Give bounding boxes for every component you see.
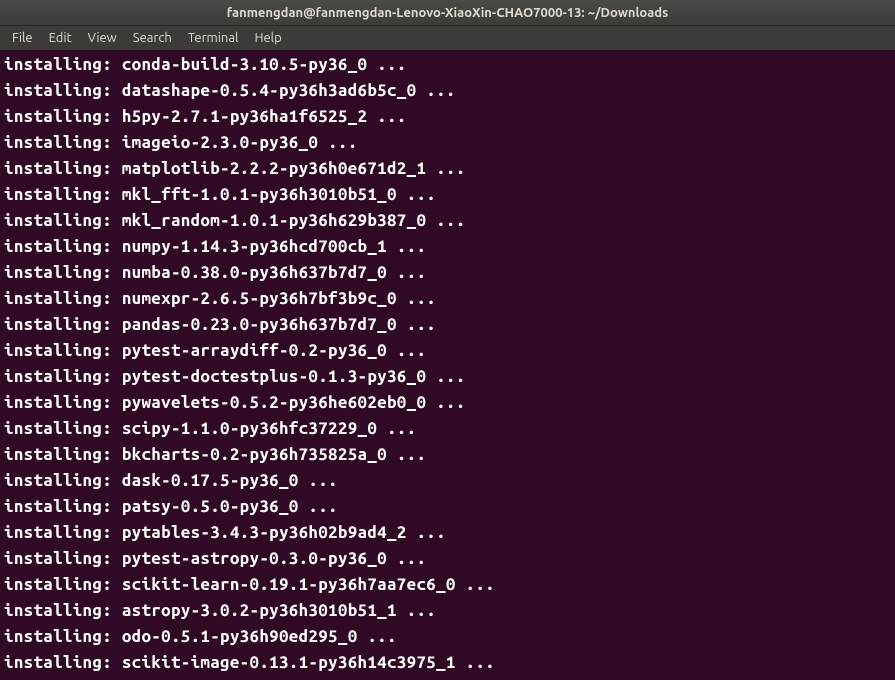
- terminal-line: installing: scikit-image-0.13.1-py36h14c…: [4, 650, 891, 676]
- window-titlebar: fanmengdan@fanmengdan-Lenovo-XiaoXin-CHA…: [0, 0, 895, 26]
- window-title: fanmengdan@fanmengdan-Lenovo-XiaoXin-CHA…: [227, 6, 668, 20]
- terminal-line: installing: pytest-doctestplus-0.1.3-py3…: [4, 364, 891, 390]
- terminal-line: installing: patsy-0.5.0-py36_0 ...: [4, 494, 891, 520]
- menu-help[interactable]: Help: [246, 28, 289, 48]
- terminal-line: installing: pytables-3.4.3-py36h02b9ad4_…: [4, 520, 891, 546]
- terminal-line: installing: datashape-0.5.4-py36h3ad6b5c…: [4, 78, 891, 104]
- menu-terminal[interactable]: Terminal: [180, 28, 247, 48]
- terminal-line: installing: numba-0.38.0-py36h637b7d7_0 …: [4, 260, 891, 286]
- terminal-line: installing: pandas-0.23.0-py36h637b7d7_0…: [4, 312, 891, 338]
- terminal-line: installing: pytest-arraydiff-0.2-py36_0 …: [4, 338, 891, 364]
- menu-search[interactable]: Search: [125, 28, 180, 48]
- terminal-line: installing: bkcharts-0.2-py36h735825a_0 …: [4, 442, 891, 468]
- menu-view[interactable]: View: [80, 28, 125, 48]
- terminal-line: installing: matplotlib-2.2.2-py36h0e671d…: [4, 156, 891, 182]
- terminal-line: installing: numexpr-2.6.5-py36h7bf3b9c_0…: [4, 286, 891, 312]
- menu-file[interactable]: File: [4, 28, 41, 48]
- terminal-line: installing: mkl_fft-1.0.1-py36h3010b51_0…: [4, 182, 891, 208]
- terminal-output[interactable]: installing: conda-build-3.10.5-py36_0 ..…: [0, 50, 895, 678]
- terminal-line: installing: astropy-3.0.2-py36h3010b51_1…: [4, 598, 891, 624]
- terminal-line: installing: scipy-1.1.0-py36hfc37229_0 .…: [4, 416, 891, 442]
- terminal-line: installing: conda-build-3.10.5-py36_0 ..…: [4, 52, 891, 78]
- terminal-line: installing: h5py-2.7.1-py36ha1f6525_2 ..…: [4, 104, 891, 130]
- menu-edit[interactable]: Edit: [41, 28, 80, 48]
- terminal-line: installing: odo-0.5.1-py36h90ed295_0 ...: [4, 624, 891, 650]
- terminal-line: installing: mkl_random-1.0.1-py36h629b38…: [4, 208, 891, 234]
- terminal-line: installing: imageio-2.3.0-py36_0 ...: [4, 130, 891, 156]
- terminal-line: installing: scikit-learn-0.19.1-py36h7aa…: [4, 572, 891, 598]
- menubar: File Edit View Search Terminal Help: [0, 26, 895, 50]
- terminal-line: installing: pywavelets-0.5.2-py36he602eb…: [4, 390, 891, 416]
- terminal-line: installing: numpy-1.14.3-py36hcd700cb_1 …: [4, 234, 891, 260]
- terminal-line: installing: dask-0.17.5-py36_0 ...: [4, 468, 891, 494]
- terminal-line: installing: pytest-astropy-0.3.0-py36_0 …: [4, 546, 891, 572]
